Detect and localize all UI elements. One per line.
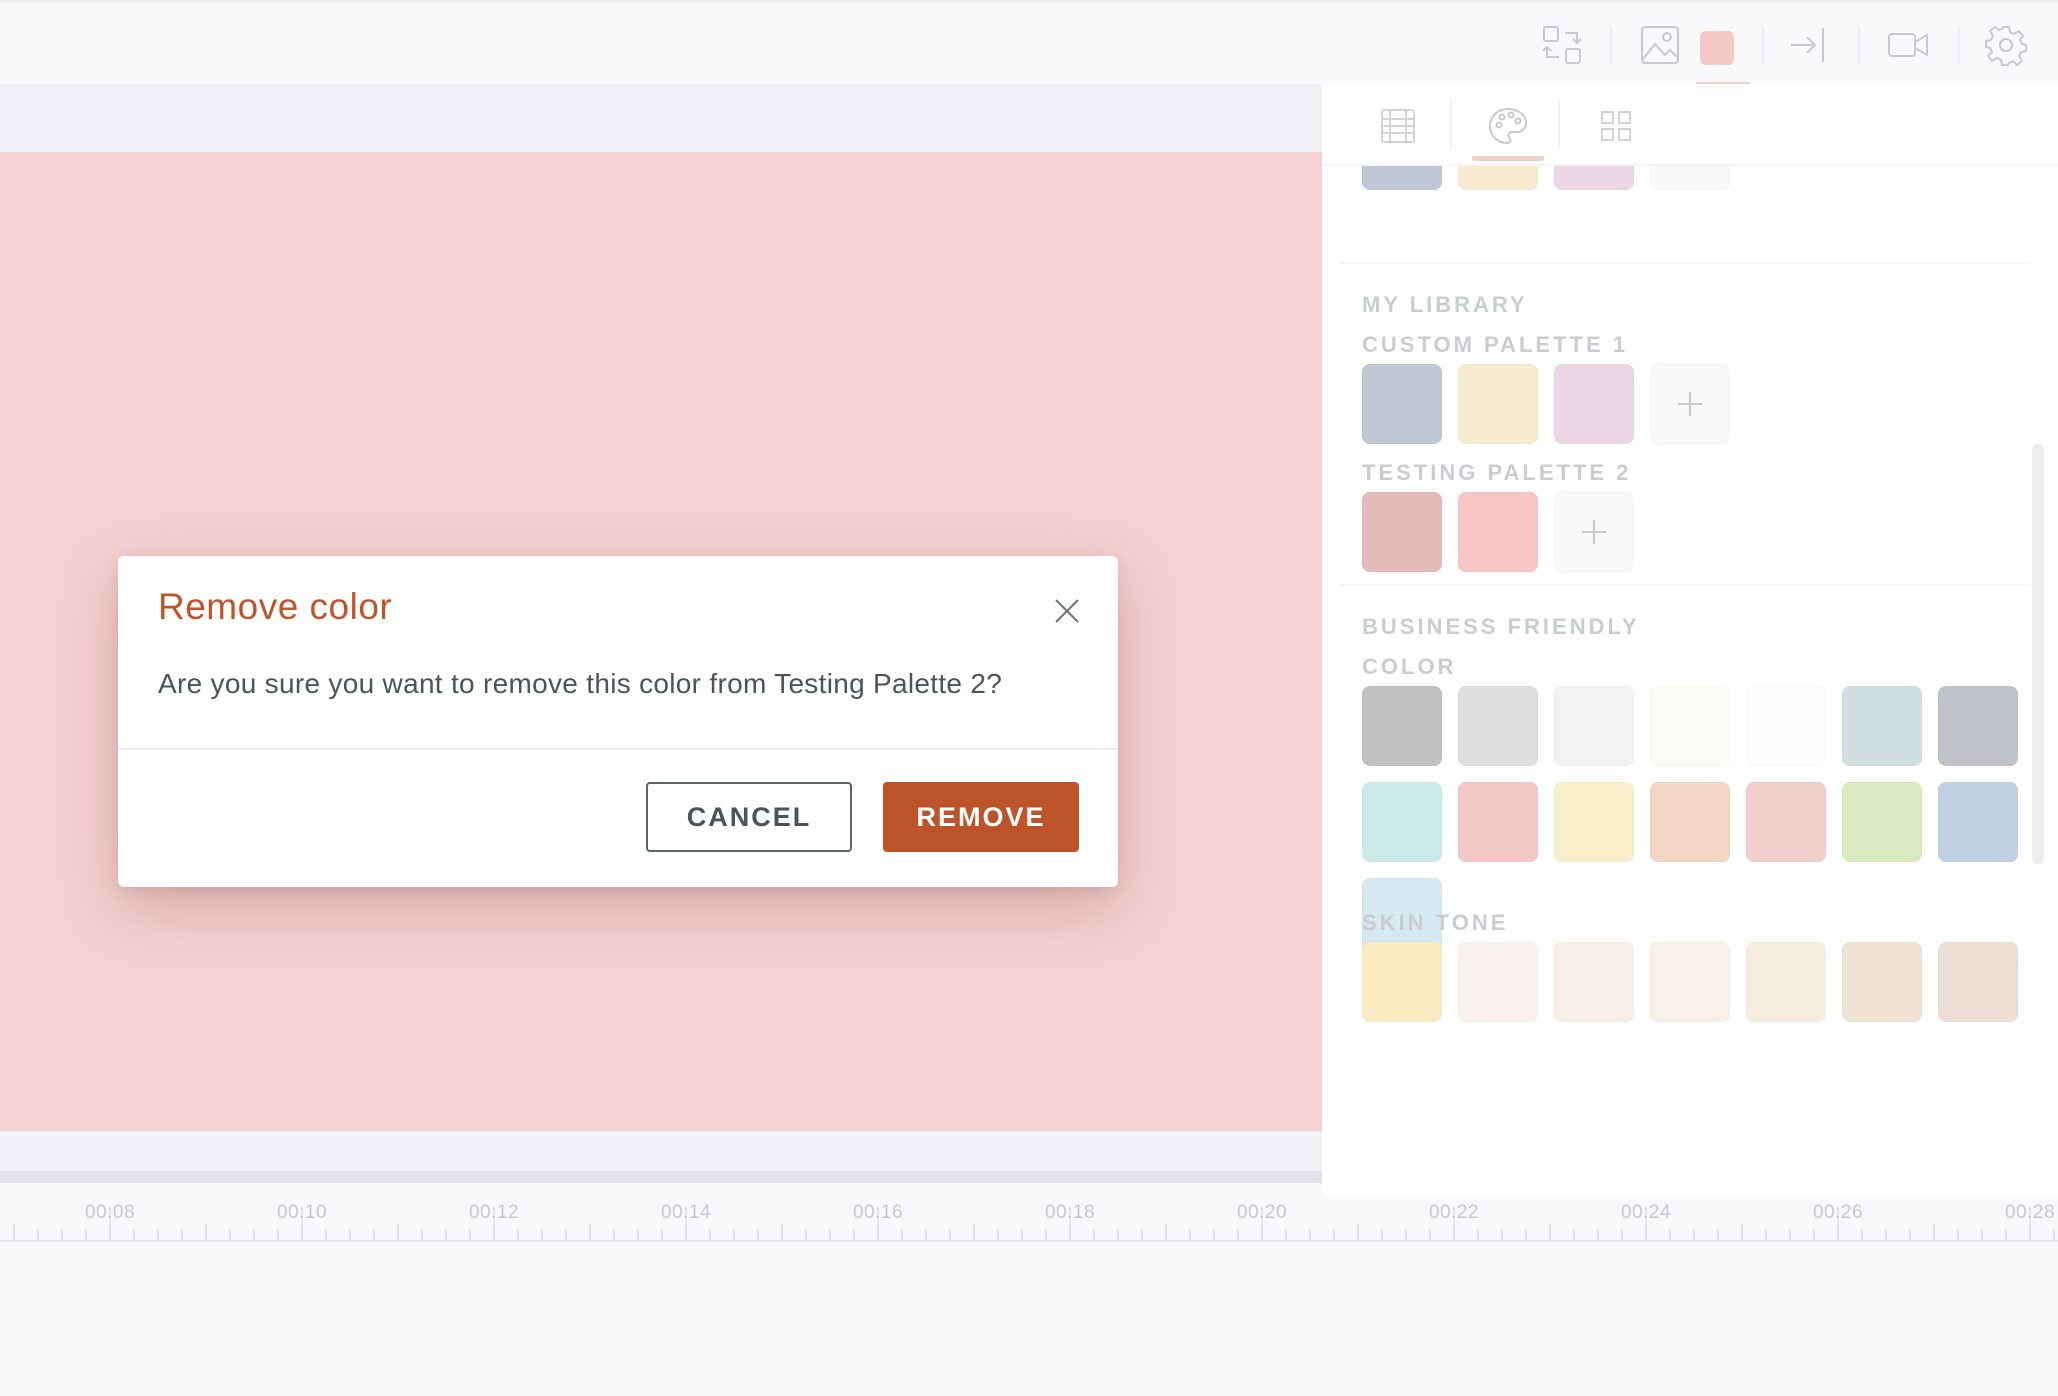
dialog-divider: [118, 748, 1118, 750]
remove-button[interactable]: REMOVE: [883, 782, 1079, 852]
close-icon[interactable]: [1052, 596, 1082, 626]
remove-color-dialog: Remove color Are you sure you want to re…: [118, 556, 1118, 887]
dialog-message: Are you sure you want to remove this col…: [158, 668, 1003, 699]
dialog-title: Remove color: [158, 586, 393, 627]
cancel-button[interactable]: CANCEL: [646, 782, 852, 852]
